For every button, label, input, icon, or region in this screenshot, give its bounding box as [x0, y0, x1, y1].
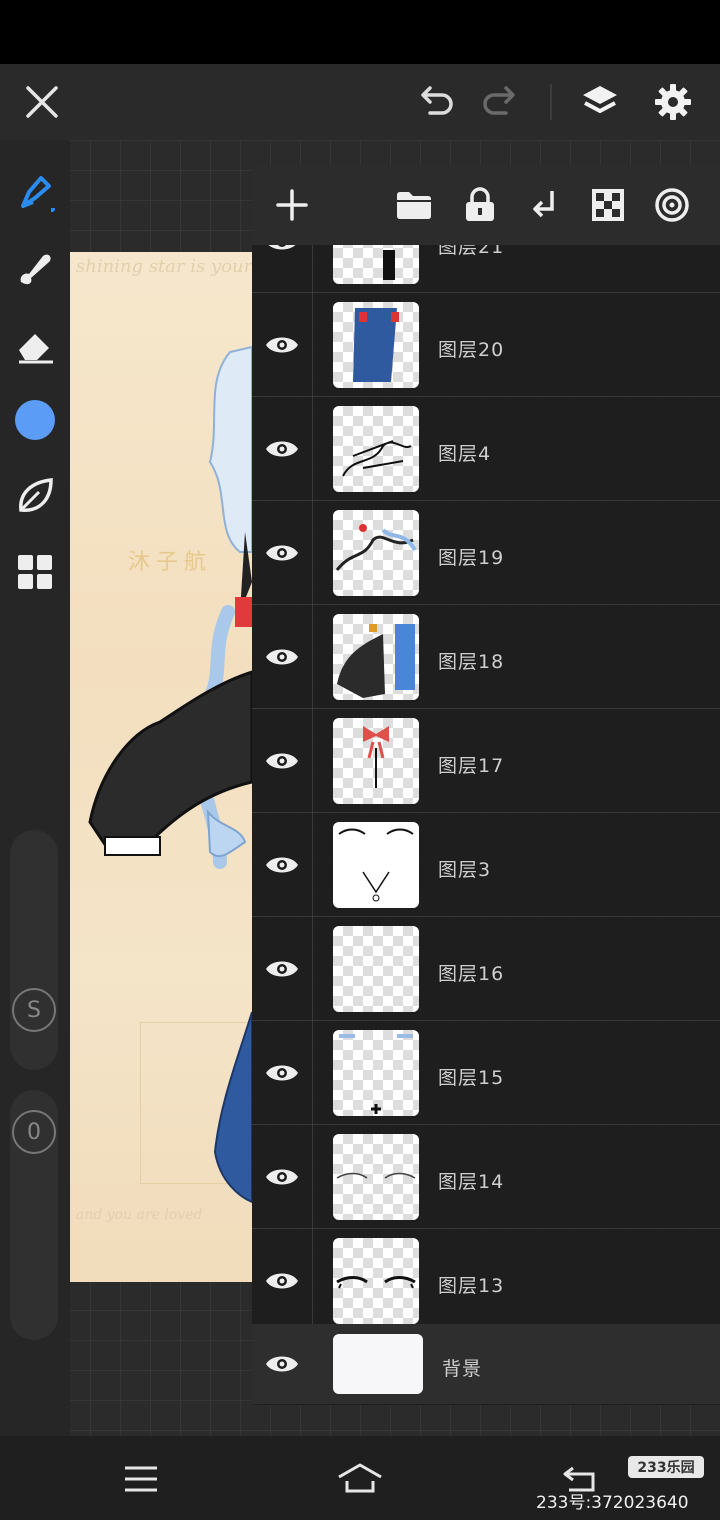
eye-icon[interactable]	[264, 749, 300, 773]
menu-icon[interactable]	[116, 1454, 166, 1504]
layer-thumbnail	[333, 406, 419, 492]
layer-name: 图层3	[438, 859, 492, 881]
eye-icon[interactable]	[264, 957, 300, 981]
home-icon[interactable]	[335, 1454, 385, 1504]
gear-icon[interactable]	[651, 80, 695, 124]
layer-row[interactable]: 图层16	[252, 917, 720, 1021]
layer-row-background[interactable]: 背景	[252, 1324, 720, 1404]
layer-name: 图层16	[438, 963, 505, 985]
layer-name: 图层14	[438, 1171, 505, 1193]
layer-name: 图层17	[438, 755, 505, 777]
row-divider	[312, 605, 313, 708]
layer-thumbnail	[333, 718, 419, 804]
eye-icon[interactable]	[264, 1269, 300, 1293]
watermark-badge: 233乐园	[628, 1456, 704, 1478]
layer-toolbar	[252, 165, 720, 245]
layer-name: 图层13	[438, 1275, 505, 1297]
left-toolbar: S 0	[0, 140, 70, 1436]
layer-row[interactable]: 图层13	[252, 1229, 720, 1333]
layer-name: 图层15	[438, 1067, 505, 1089]
layer-row[interactable]: 图层15	[252, 1021, 720, 1125]
layer-thumbnail	[333, 1238, 419, 1324]
row-divider	[312, 1125, 313, 1228]
eye-icon[interactable]	[264, 1352, 300, 1376]
background-layer-name: 背景	[442, 1358, 483, 1380]
layer-thumbnail	[333, 1030, 419, 1116]
folder-icon[interactable]	[392, 183, 436, 227]
layer-row[interactable]: 图层3	[252, 813, 720, 917]
background-thumbnail	[333, 1334, 423, 1394]
character-drawing	[88, 345, 252, 1204]
close-icon[interactable]	[20, 80, 64, 124]
layer-thumbnail	[333, 822, 419, 908]
brush-size-knob[interactable]: S	[12, 988, 56, 1032]
row-divider	[312, 501, 313, 604]
eye-icon[interactable]	[264, 645, 300, 669]
color-picker[interactable]	[13, 398, 57, 442]
layer-row[interactable]: 图层20	[252, 293, 720, 397]
layer-row[interactable]: 图层18	[252, 605, 720, 709]
layer-name: 图层4	[438, 443, 492, 465]
layer-thumbnail	[333, 510, 419, 596]
opacity-knob[interactable]: 0	[12, 1110, 56, 1154]
leaf-icon[interactable]	[13, 474, 57, 518]
artwork-canvas[interactable]: shining star is your 沐子航 and you are lov…	[70, 252, 252, 1282]
eye-icon[interactable]	[264, 333, 300, 357]
row-divider	[312, 1229, 313, 1332]
layers-icon[interactable]	[578, 80, 622, 124]
brush-icon[interactable]	[13, 170, 57, 214]
eye-icon[interactable]	[264, 1165, 300, 1189]
target-icon[interactable]	[650, 183, 694, 227]
layer-thumbnail	[333, 302, 419, 388]
add-icon[interactable]	[270, 183, 314, 227]
top-toolbar	[0, 64, 720, 140]
eye-icon[interactable]	[264, 541, 300, 565]
transparency-icon[interactable]	[586, 183, 630, 227]
row-divider	[312, 813, 313, 916]
row-divider	[312, 1021, 313, 1124]
layer-thumbnail	[333, 614, 419, 700]
smudge-icon[interactable]	[13, 246, 57, 290]
row-divider	[312, 917, 313, 1020]
lock-icon[interactable]	[458, 183, 502, 227]
eye-icon[interactable]	[264, 1061, 300, 1085]
row-divider	[312, 709, 313, 812]
grid-icon[interactable]	[13, 550, 57, 594]
layer-thumbnail	[333, 1134, 419, 1220]
redo-icon[interactable]	[478, 80, 522, 124]
layer-name: 图层19	[438, 547, 505, 569]
undo-icon[interactable]	[414, 80, 458, 124]
row-divider	[312, 397, 313, 500]
layer-row[interactable]: 图层19	[252, 501, 720, 605]
brush-size-slider[interactable]: S	[10, 830, 58, 1070]
layer-row[interactable]: 图层14	[252, 1125, 720, 1229]
toolbar-divider	[550, 84, 552, 120]
opacity-label: 0	[27, 1119, 41, 1145]
watermark-text: 233号:372023640	[536, 1493, 689, 1513]
current-color-swatch	[15, 400, 55, 440]
brush-size-label: S	[27, 997, 41, 1023]
row-divider	[312, 293, 313, 396]
merge-down-icon[interactable]	[522, 183, 566, 227]
eye-icon[interactable]	[264, 437, 300, 461]
layer-row[interactable]: 图层17	[252, 709, 720, 813]
layer-row[interactable]: 图层4	[252, 397, 720, 501]
layer-name: 图层18	[438, 651, 505, 673]
layer-thumbnail	[333, 926, 419, 1012]
opacity-slider[interactable]: 0	[10, 1090, 58, 1340]
eye-icon[interactable]	[264, 853, 300, 877]
layer-name: 图层20	[438, 339, 505, 361]
eraser-icon[interactable]	[13, 322, 57, 366]
